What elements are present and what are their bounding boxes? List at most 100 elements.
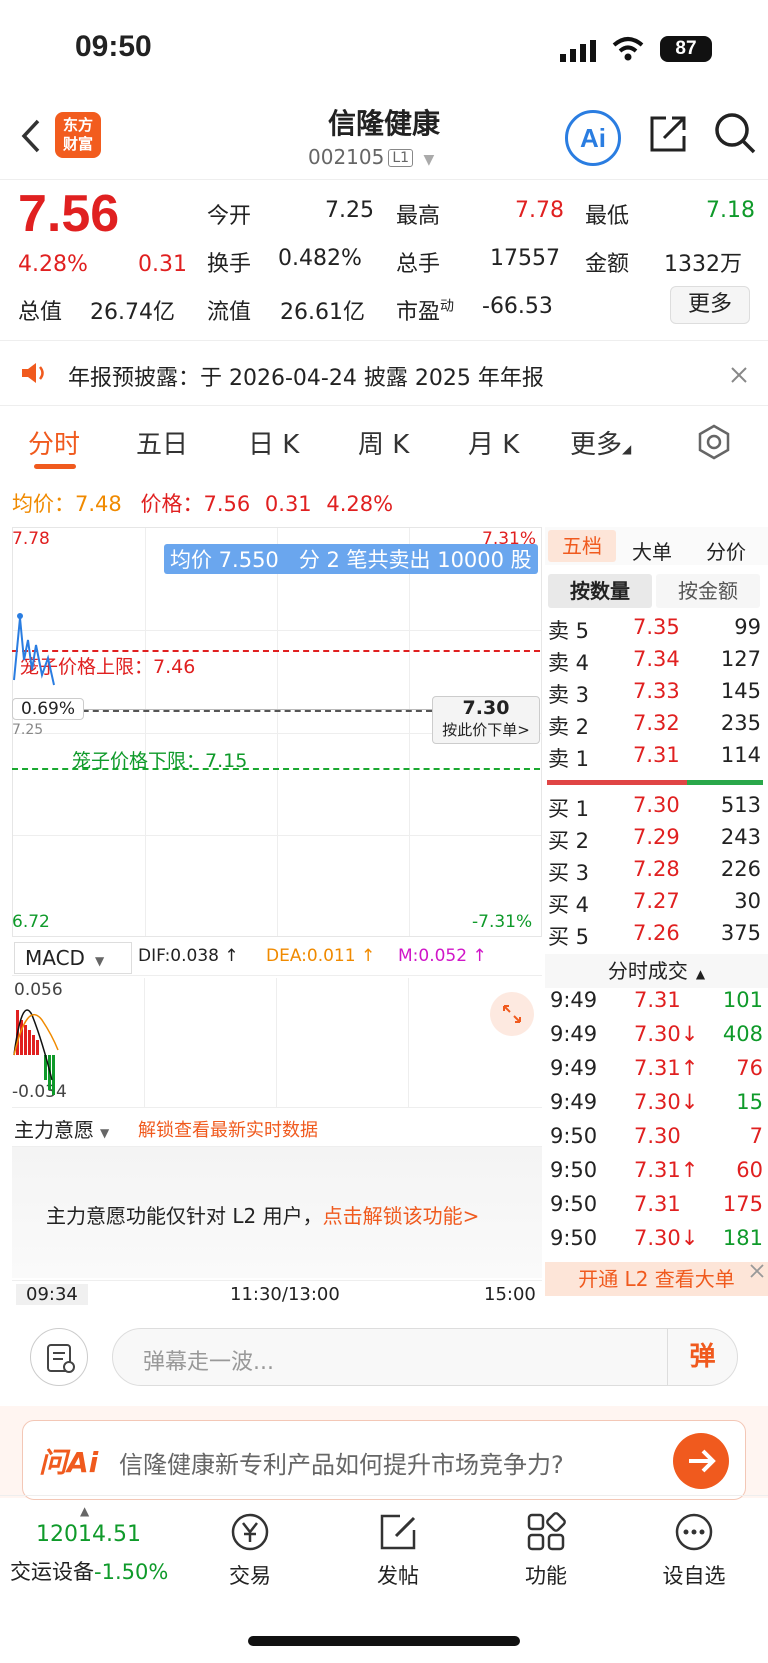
ask-label: 卖 5 (548, 619, 590, 643)
bid-label: 买 2 (548, 829, 590, 853)
tab-daily-k[interactable]: 日 K (248, 424, 299, 461)
volume-label: 总手 (396, 252, 441, 277)
ticks-header[interactable]: 分时成交 ▲ (545, 954, 768, 988)
bid-volume: 375 (720, 921, 761, 945)
l2-banner-text: 开通 L2 查看大单 (578, 1267, 735, 1291)
zlyy-selector[interactable]: 主力意愿 ▼ (14, 1114, 109, 1143)
tick-price: 7.30↓ (634, 1226, 699, 1250)
macd-dea: DEA:0.011 ↑ (266, 946, 376, 966)
danmaku-toggle-button[interactable]: 弹 (667, 1329, 737, 1385)
bid-row[interactable]: 买 5 7.26 375 (545, 921, 763, 953)
ask-price: 7.32 (633, 711, 680, 735)
level-badge: L1 (388, 149, 414, 167)
bid-row[interactable]: 买 1 7.30 513 (545, 793, 763, 825)
ask-row[interactable]: 卖 1 7.31 114 (545, 743, 763, 775)
tick-row: 9:50 7.31 175 (548, 1192, 763, 1226)
home-indicator (248, 1636, 520, 1646)
ask-volume: 145 (720, 679, 761, 703)
ask-row[interactable]: 卖 3 7.33 145 (545, 679, 763, 711)
tick-volume: 408 (722, 1022, 763, 1046)
cursor-pct: 0.69% (12, 698, 85, 720)
macd-label: MACD (25, 946, 85, 970)
stock-code-selector[interactable]: 002105 L1 ▼ (308, 145, 434, 169)
bid-label: 买 1 (548, 797, 590, 821)
tick-price: 7.31↑ (634, 1056, 699, 1080)
bid-volume: 513 (720, 793, 761, 817)
ask-volume: 127 (720, 647, 761, 671)
ai-button[interactable]: Ai (565, 110, 621, 166)
zlyy-unlock-link[interactable]: 解锁查看最新实时数据 (138, 1116, 318, 1142)
more-button[interactable]: 更多 (670, 286, 750, 324)
zlyy-message: 主力意愿功能仅针对 L2 用户，点击解锁该功能> (46, 1200, 479, 1229)
index-ticker[interactable]: 交运设备-1.50% (10, 1556, 168, 1586)
index-value[interactable]: 12014.51 (36, 1522, 141, 1547)
chart-top-price: 7.78 (12, 529, 50, 549)
tab-five-levels[interactable]: 五档 (548, 530, 616, 562)
bid-label: 买 3 (548, 861, 590, 885)
tab-more-label: 更多 (570, 430, 623, 460)
bid-row[interactable]: 买 4 7.27 30 (545, 889, 763, 921)
tick-price: 7.31 (634, 988, 681, 1012)
close-icon[interactable] (728, 364, 750, 386)
caret-up-icon: ▲ (80, 1504, 90, 1518)
low-value: 7.18 (706, 198, 755, 223)
ask-row[interactable]: 卖 4 7.34 127 (545, 647, 763, 679)
bid-row[interactable]: 买 2 7.29 243 (545, 825, 763, 857)
chart-bottom-price: 6.72 (12, 912, 50, 932)
order-at-price-button[interactable]: 7.30 按此价下单> (432, 696, 540, 744)
float-label: 流值 (207, 300, 252, 325)
zlyy-unlock-action[interactable]: 点击解锁该功能> (323, 1204, 480, 1228)
tab-monthly-k[interactable]: 月 K (468, 424, 519, 461)
index-name: 交运设备 (10, 1560, 94, 1584)
by-quantity-button[interactable]: 按数量 (548, 574, 652, 608)
tick-price: 7.31 (634, 1192, 681, 1216)
high-label: 最高 (396, 204, 441, 229)
search-icon[interactable] (712, 110, 758, 156)
tick-time: 9:49 (550, 1090, 598, 1114)
tick-row: 9:49 7.31 101 (548, 988, 763, 1022)
tab-five-day[interactable]: 五日 (136, 424, 188, 461)
tab-intraday[interactable]: 分时 (28, 424, 80, 461)
pe-label-text: 市盈 (396, 300, 441, 325)
nav-post[interactable]: 发帖 (348, 1510, 448, 1590)
close-icon[interactable] (748, 1262, 766, 1280)
lower-limit-label: 笼子价格下限：7.15 (72, 750, 248, 772)
tab-price-dist[interactable]: 分价 (706, 536, 746, 565)
share-icon[interactable] (646, 112, 690, 156)
bid-row[interactable]: 买 3 7.28 226 (545, 857, 763, 889)
nav-watchlist[interactable]: 设自选 (644, 1510, 744, 1590)
ask-row[interactable]: 卖 2 7.32 235 (545, 711, 763, 743)
ask-volume: 114 (720, 743, 761, 767)
comment-list-icon[interactable] (30, 1328, 88, 1386)
danmaku-input[interactable]: 弹幕走一波... 弹 (112, 1328, 738, 1386)
l2-banner[interactable]: 开通 L2 查看大单 (545, 1262, 768, 1296)
edit-icon (376, 1510, 420, 1554)
open-value: 7.25 (325, 198, 374, 223)
turnover-value: 0.482% (278, 246, 362, 271)
cursor-action: 按此价下单> (442, 721, 530, 739)
ask-label: 卖 4 (548, 651, 590, 675)
arrow-right-icon[interactable] (673, 1433, 729, 1489)
ask-price: 7.35 (633, 615, 680, 639)
tab-big-orders[interactable]: 大单 (632, 536, 672, 565)
by-amount-button[interactable]: 按金额 (656, 574, 760, 608)
zlyy-label: 主力意愿 (14, 1118, 94, 1142)
ask-label: 卖 3 (548, 683, 590, 707)
nav-trade[interactable]: 交易 (200, 1510, 300, 1590)
tick-row: 9:50 7.31↑ 60 (548, 1158, 763, 1192)
float-value: 26.61亿 (280, 300, 365, 325)
tab-weekly-k[interactable]: 周 K (358, 424, 409, 461)
amount-value: 1332万 (664, 252, 742, 277)
macd-selector[interactable]: MACD ▼ (14, 942, 132, 974)
tab-more[interactable]: 更多◢ (570, 424, 631, 461)
status-time: 09:50 (75, 30, 152, 63)
ask-row[interactable]: 卖 5 7.35 99 (545, 615, 763, 647)
settings-icon[interactable] (696, 424, 732, 460)
tick-row: 9:50 7.30 7 (548, 1124, 763, 1158)
change-pct: 4.28% (18, 252, 88, 277)
expand-icon[interactable] (490, 992, 534, 1036)
nav-functions[interactable]: 功能 (496, 1510, 596, 1590)
stock-code: 002105 (308, 145, 385, 169)
amount-label: 金额 (585, 252, 630, 277)
ask-ai-bar[interactable]: 问Ai 信隆健康新专利产品如何提升市场竞争力? (22, 1420, 746, 1500)
